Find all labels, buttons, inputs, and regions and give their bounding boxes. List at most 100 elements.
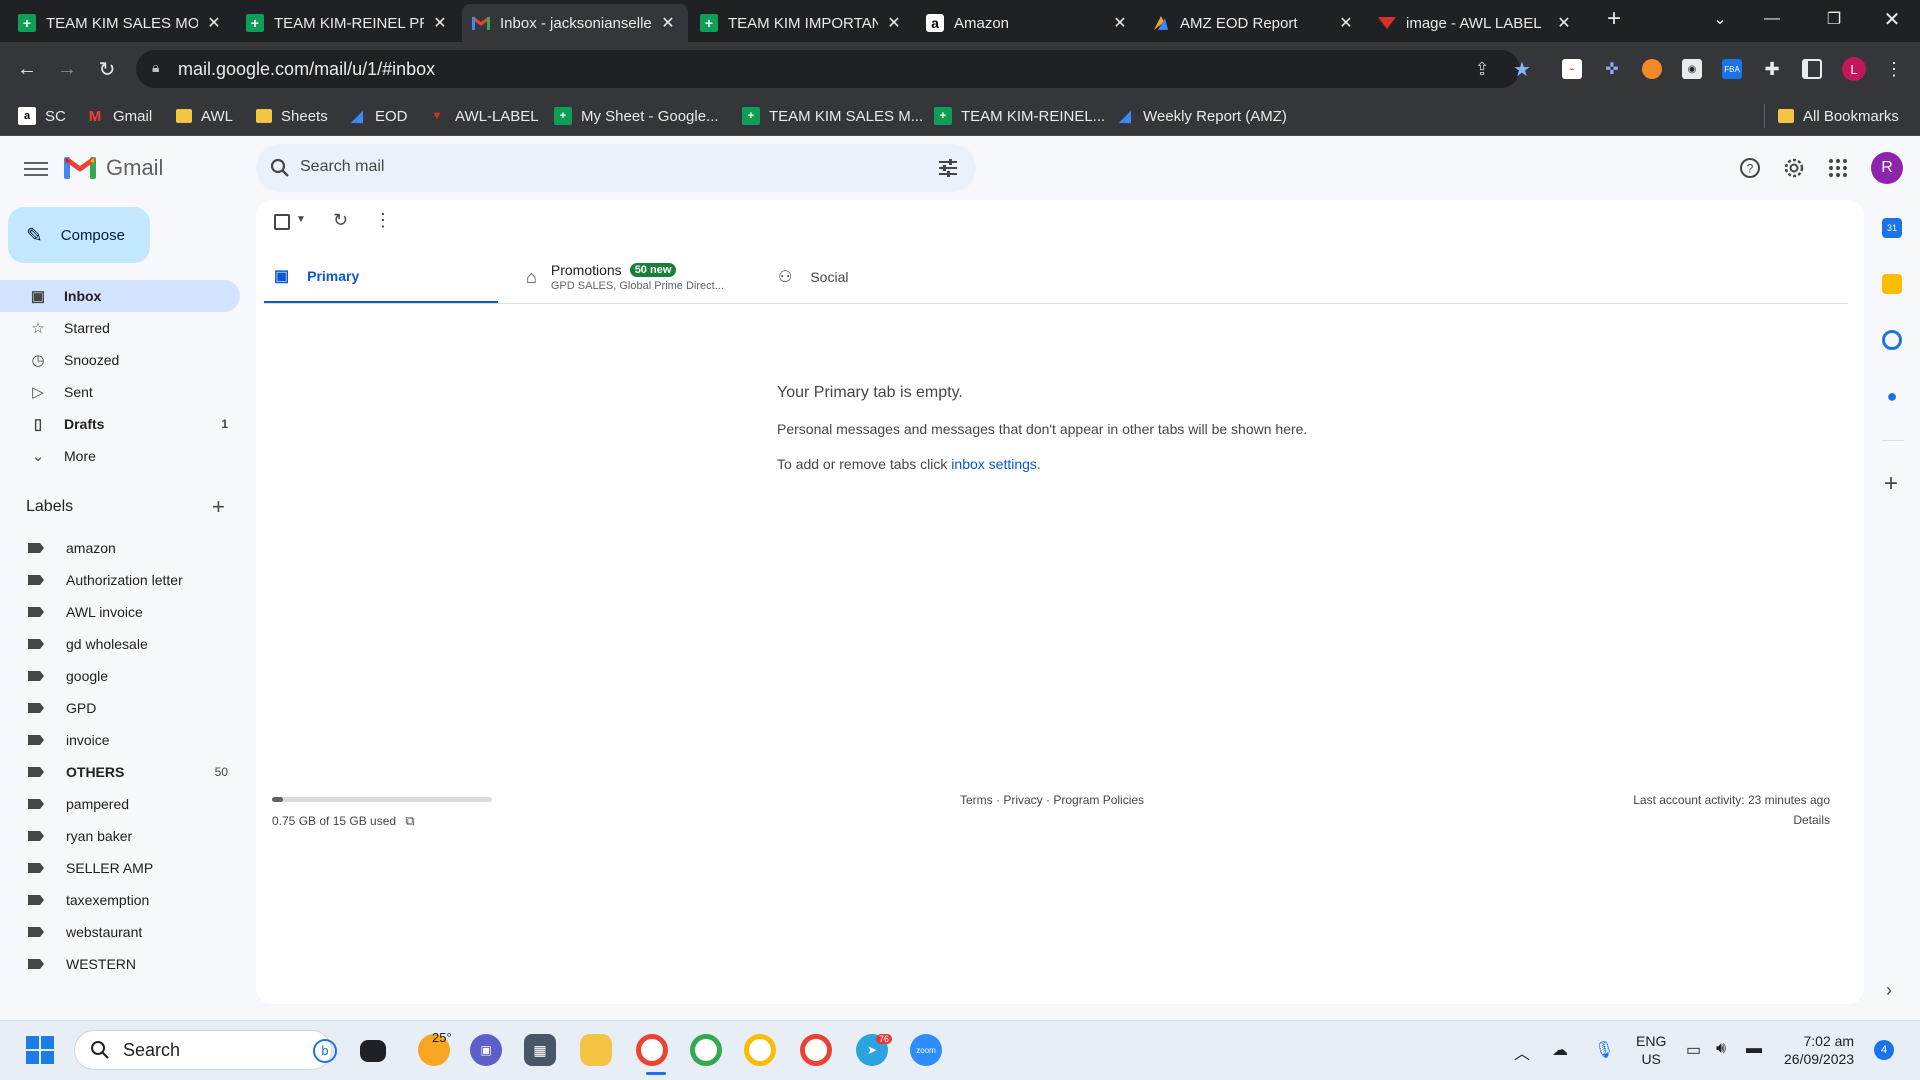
volume-icon[interactable]: 🔊︎: [1716, 1040, 1726, 1058]
close-icon[interactable]: ✕: [204, 13, 224, 33]
zoom-icon[interactable]: zoom: [910, 1034, 942, 1066]
external-link-icon[interactable]: ⧉: [405, 813, 414, 828]
privacy-link[interactable]: Privacy: [1003, 793, 1042, 807]
bookmark-weekly-report[interactable]: ◢ Weekly Report (AMZ): [1116, 104, 1287, 128]
label-item[interactable]: invoice: [0, 724, 240, 756]
all-bookmarks[interactable]: All Bookmarks: [1778, 104, 1899, 128]
bookmark-sc[interactable]: a SC: [18, 104, 66, 128]
back-arrow-icon[interactable]: ←: [14, 56, 40, 82]
show-side-panel-chevron-icon[interactable]: ›: [1886, 980, 1892, 1001]
network-icon[interactable]: ▭: [1686, 1040, 1701, 1060]
address-bar[interactable]: 🔒︎ mail.google.com/mail/u/1/#inbox: [136, 50, 1520, 88]
nav-inbox[interactable]: ▣ Inbox: [0, 280, 240, 312]
browser-tab[interactable]: a Amazon ✕: [916, 4, 1140, 42]
main-menu-icon[interactable]: [24, 158, 48, 178]
close-icon[interactable]: ✕: [1554, 13, 1574, 33]
nav-starred[interactable]: ☆ Starred: [0, 312, 240, 344]
nav-more[interactable]: ⌄ More: [0, 440, 240, 472]
teams-chat-icon[interactable]: ▣: [470, 1034, 502, 1066]
label-item[interactable]: amazon: [0, 532, 240, 564]
gmail-logo-icon[interactable]: [64, 155, 96, 181]
label-item[interactable]: taxexemption: [0, 884, 240, 916]
search-icon[interactable]: [268, 156, 292, 180]
bookmark-gmail[interactable]: M Gmail: [86, 104, 152, 128]
nav-sent[interactable]: ▷ Sent: [0, 376, 240, 408]
search-input[interactable]: Search mail: [300, 158, 384, 176]
share-icon[interactable]: ⇪: [1472, 59, 1492, 79]
select-all-checkbox[interactable]: [274, 214, 290, 230]
nav-drafts[interactable]: ▯ Drafts 1: [0, 408, 240, 440]
close-icon[interactable]: ✕: [658, 13, 678, 33]
settings-gear-icon[interactable]: [1782, 156, 1806, 180]
tasks-icon[interactable]: [1882, 330, 1902, 350]
chrome-icon[interactable]: [744, 1034, 776, 1066]
app-icon[interactable]: [580, 1034, 612, 1066]
nav-snoozed[interactable]: ◷ Snoozed: [0, 344, 240, 376]
bookmark-my-sheet[interactable]: + My Sheet - Google...: [554, 104, 719, 128]
close-icon[interactable]: ✕: [1336, 13, 1356, 33]
compose-button[interactable]: ✎ Compose: [8, 207, 150, 263]
browser-tab[interactable]: + TEAM KIM SALES MO ✕: [8, 4, 234, 42]
forward-arrow-icon[interactable]: →: [54, 56, 80, 82]
account-avatar[interactable]: R: [1871, 152, 1903, 184]
browser-tab-active[interactable]: Inbox - jacksonianseller ✕: [462, 4, 688, 42]
chrome-icon[interactable]: [690, 1034, 722, 1066]
tab-promotions[interactable]: ⌂ Promotions 50 new GPD SALES, Global Pri…: [512, 250, 752, 304]
label-item[interactable]: google: [0, 660, 240, 692]
bookmark-team-kim-sales[interactable]: + TEAM KIM SALES M...: [742, 104, 923, 128]
label-item[interactable]: gd wholesale: [0, 628, 240, 660]
browser-tab[interactable]: AMZ EOD Report ✕: [1142, 4, 1366, 42]
calendar-icon[interactable]: 31: [1882, 218, 1902, 238]
tab-search-chevron-icon[interactable]: ⌄: [1692, 0, 1748, 38]
more-options-icon[interactable]: ⋮: [374, 210, 392, 231]
contacts-icon[interactable]: ●: [1882, 386, 1902, 406]
label-item[interactable]: Authorization letter: [0, 564, 240, 596]
bookmark-sheets[interactable]: Sheets: [256, 104, 328, 128]
close-icon[interactable]: ✕: [884, 13, 904, 33]
restore-button[interactable]: ❐: [1806, 0, 1862, 38]
add-label-icon[interactable]: +: [212, 494, 225, 520]
profile-avatar[interactable]: L: [1842, 57, 1866, 81]
inbox-settings-link[interactable]: inbox settings: [951, 456, 1037, 472]
program-policies-link[interactable]: Program Policies: [1053, 793, 1144, 807]
select-dropdown-icon[interactable]: ▼: [296, 214, 306, 225]
label-item[interactable]: OTHERS 50: [0, 756, 240, 788]
microphone-icon[interactable]: 🎙︎: [1594, 1040, 1614, 1060]
puzzle-icon[interactable]: ✚: [1762, 59, 1782, 79]
new-tab-button[interactable]: +: [1586, 0, 1642, 38]
browser-tab[interactable]: + TEAM KIM-REINEL PR ✕: [236, 4, 460, 42]
bing-icon[interactable]: b: [313, 1039, 337, 1063]
help-icon[interactable]: ?: [1738, 156, 1762, 180]
chrome-icon[interactable]: [636, 1034, 668, 1066]
label-item[interactable]: GPD: [0, 692, 240, 724]
label-item[interactable]: SELLER AMP: [0, 852, 240, 884]
apps-grid-icon[interactable]: [1826, 156, 1850, 180]
keep-icon[interactable]: [1882, 274, 1902, 294]
task-view-icon[interactable]: [360, 1040, 386, 1062]
details-link[interactable]: Details: [1793, 813, 1830, 827]
browser-menu-icon[interactable]: ⋮: [1884, 59, 1904, 79]
window-close-button[interactable]: ✕: [1864, 0, 1920, 38]
tab-social[interactable]: ⚇ Social: [762, 250, 1002, 304]
language-indicator[interactable]: ENG US: [1636, 1032, 1666, 1068]
add-addon-icon[interactable]: +: [1884, 470, 1898, 498]
tray-chevron-up-icon[interactable]: ︿: [1514, 1040, 1530, 1064]
search-options-icon[interactable]: [936, 156, 960, 180]
label-item[interactable]: WESTERN: [0, 948, 240, 980]
battery-icon[interactable]: ▬: [1746, 1040, 1762, 1058]
bookmark-eod[interactable]: ◢ EOD: [348, 104, 407, 128]
close-icon[interactable]: ✕: [430, 13, 450, 33]
fba-extension-icon[interactable]: FBA: [1722, 59, 1742, 79]
browser-tab[interactable]: image - AWL LABEL ✕: [1368, 4, 1584, 42]
chrome-icon[interactable]: [800, 1034, 832, 1066]
label-item[interactable]: webstaurant: [0, 916, 240, 948]
label-item[interactable]: AWL invoice: [0, 596, 240, 628]
side-panel-icon[interactable]: [1802, 59, 1822, 79]
extension-icon[interactable]: ✜: [1602, 59, 1622, 79]
label-item[interactable]: ryan baker: [0, 820, 240, 852]
bookmark-awl-label[interactable]: ▼ AWL-LABEL: [428, 104, 539, 128]
notification-badge[interactable]: 4: [1874, 1040, 1894, 1060]
tab-primary[interactable]: ▣ Primary: [264, 250, 498, 304]
bookmark-awl[interactable]: AWL: [176, 104, 233, 128]
minimize-button[interactable]: —: [1744, 0, 1800, 38]
